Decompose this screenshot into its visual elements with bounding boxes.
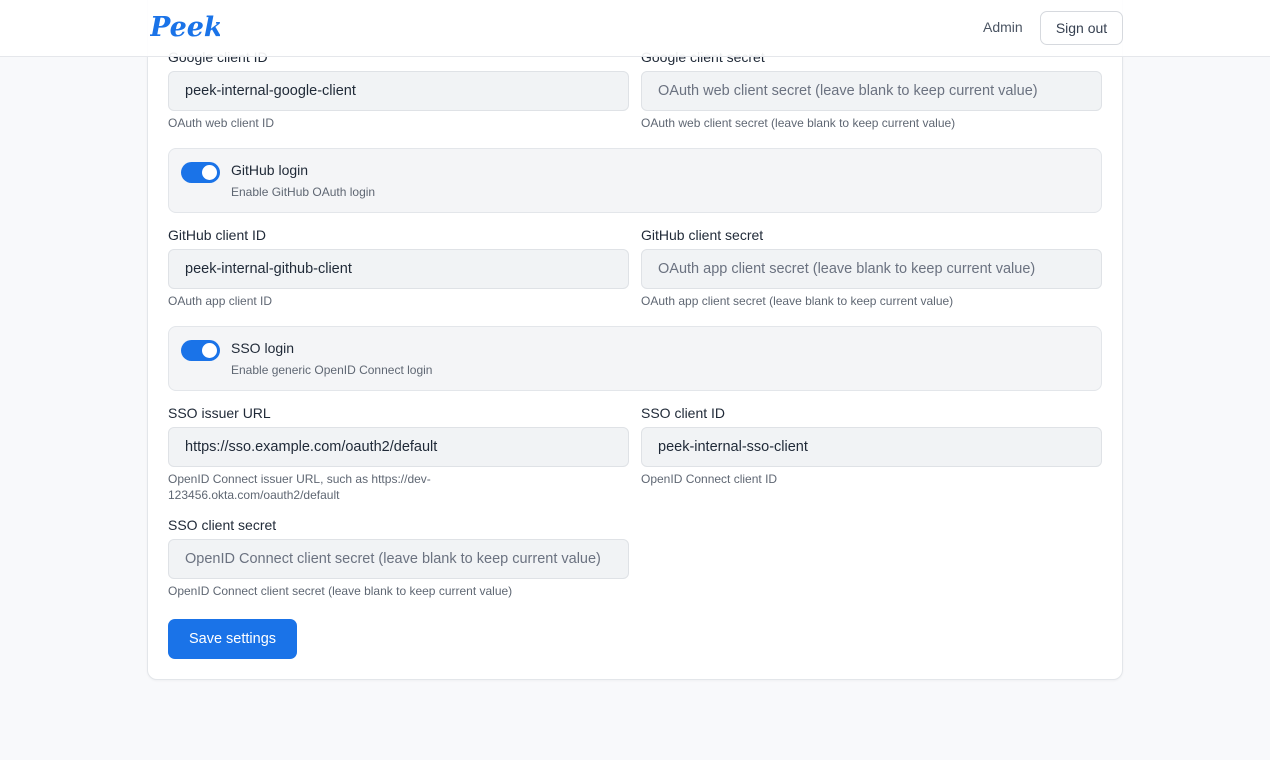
sso-issuer-url-input[interactable] [168, 427, 629, 467]
sso-client-id-input[interactable] [641, 427, 1102, 467]
sso-client-secret-input[interactable] [168, 539, 629, 579]
switch-knob [202, 343, 217, 358]
sso-issuer-url-help: OpenID Connect issuer URL, such as https… [168, 472, 431, 502]
sso-client-id-help: OpenID Connect client ID [641, 472, 778, 486]
save-settings-button[interactable]: Save settings [168, 619, 297, 659]
sso-client-secret-help: OpenID Connect client secret (leave blan… [168, 584, 513, 598]
sso-login-description: Enable generic OpenID Connect login [231, 363, 433, 377]
sso-client-id-label: SSO client ID [641, 405, 726, 421]
github-client-secret-help: OAuth app client secret (leave blank to … [641, 294, 954, 308]
google-client-secret-help: OAuth web client secret (leave blank to … [641, 116, 956, 130]
sso-login-toggle-panel: SSO login Enable generic OpenID Connect … [168, 326, 1102, 391]
github-login-switch[interactable] [181, 162, 220, 183]
sign-out-button[interactable]: Sign out [1040, 11, 1123, 45]
github-client-id-input[interactable] [168, 249, 629, 289]
peek-logo[interactable]: Peek [150, 11, 220, 45]
sso-login-switch[interactable] [181, 340, 220, 361]
github-login-title: GitHub login [231, 162, 309, 178]
sso-login-title: SSO login [231, 340, 295, 356]
google-client-secret-input[interactable] [641, 71, 1102, 111]
github-client-secret-input[interactable] [641, 249, 1102, 289]
github-client-id-label: GitHub client ID [168, 227, 267, 243]
sso-client-secret-label: SSO client secret [168, 517, 277, 533]
switch-knob [202, 165, 217, 180]
sso-issuer-url-label: SSO issuer URL [168, 405, 271, 421]
github-login-toggle-panel: GitHub login Enable GitHub OAuth login [168, 148, 1102, 213]
top-navigation-bar: Peek Admin Sign out [0, 0, 1270, 57]
admin-link[interactable]: Admin [983, 19, 1023, 35]
google-client-id-input[interactable] [168, 71, 629, 111]
google-client-id-help: OAuth web client ID [168, 116, 275, 130]
logo-wordmark: Peek [150, 12, 220, 43]
github-client-id-help: OAuth app client ID [168, 294, 273, 308]
github-login-description: Enable GitHub OAuth login [231, 185, 376, 199]
github-client-secret-label: GitHub client secret [641, 227, 764, 243]
